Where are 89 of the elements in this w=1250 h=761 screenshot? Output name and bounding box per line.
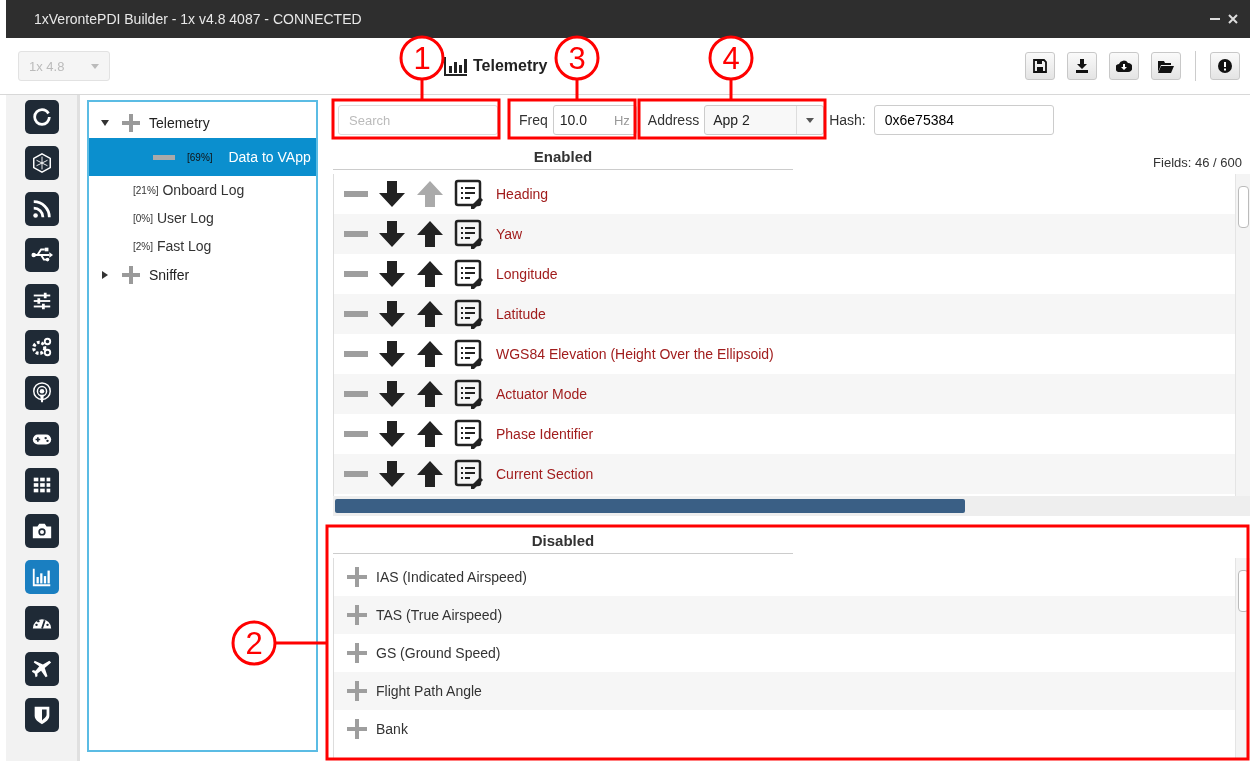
edit-list-icon[interactable]: [454, 299, 484, 329]
collapsed-arrow-icon[interactable]: [101, 271, 109, 279]
plus-icon[interactable]: [346, 642, 368, 664]
down-arrow-icon[interactable]: [378, 220, 406, 248]
scrollbar[interactable]: [1235, 174, 1250, 496]
tree-item[interactable]: Sniffer: [149, 267, 190, 283]
usb-icon[interactable]: [24, 238, 59, 272]
down-arrow-icon[interactable]: [378, 180, 406, 208]
rss-icon[interactable]: [24, 192, 59, 226]
tree-item[interactable]: Telemetry: [149, 115, 210, 131]
airplane-icon[interactable]: [24, 652, 59, 686]
shield-icon[interactable]: [24, 698, 59, 732]
plus-icon[interactable]: [346, 718, 368, 740]
tree-item[interactable]: [21%] Onboard Log: [89, 176, 316, 204]
field-name: Yaw: [496, 226, 523, 242]
down-arrow-icon[interactable]: [378, 340, 406, 368]
down-arrow-icon[interactable]: [378, 420, 406, 448]
freq-label: Freq: [519, 112, 548, 128]
scrollbar[interactable]: [333, 496, 1250, 516]
down-arrow-icon[interactable]: [378, 380, 406, 408]
plus-icon: [121, 265, 141, 285]
address-label: Address: [647, 112, 700, 128]
close-icon[interactable]: [1228, 14, 1238, 24]
hash-label: Hash:: [829, 112, 866, 128]
page-title: Telemetry: [473, 57, 548, 75]
info-button[interactable]: [1210, 52, 1240, 80]
down-arrow-icon[interactable]: [378, 460, 406, 488]
freq-field[interactable]: 10.0 Hz: [552, 105, 637, 135]
field-name: Latitude: [496, 306, 546, 322]
plus-icon: [121, 113, 141, 133]
up-arrow-icon[interactable]: [416, 460, 444, 488]
plus-icon[interactable]: [346, 566, 368, 588]
tree-item[interactable]: [69%] Data to VApp: [89, 138, 316, 176]
field-name: GS (Ground Speed): [376, 645, 501, 661]
field-name: Flight Path Angle: [376, 683, 482, 699]
sliders-icon[interactable]: [24, 284, 59, 318]
up-arrow-icon[interactable]: [416, 380, 444, 408]
tree-item[interactable]: [2%] Fast Log: [89, 232, 316, 260]
field-name: Bank: [376, 721, 408, 737]
download-button[interactable]: [1067, 52, 1097, 80]
broadcast-icon[interactable]: [24, 376, 59, 410]
expanded-arrow-icon[interactable]: [101, 119, 109, 127]
field-name: Heading: [496, 186, 549, 202]
up-arrow-icon[interactable]: [416, 300, 444, 328]
bar-chart-icon: [444, 56, 468, 76]
address-dropdown[interactable]: App 2: [704, 105, 825, 135]
edit-list-icon[interactable]: [454, 179, 484, 209]
up-arrow-icon[interactable]: [416, 420, 444, 448]
down-arrow-icon[interactable]: [378, 300, 406, 328]
cloud-download-icon: [1116, 60, 1132, 72]
minus-icon: [153, 154, 175, 160]
edit-list-icon[interactable]: [454, 459, 484, 489]
up-arrow-icon[interactable]: [416, 220, 444, 248]
field-name: Actuator Mode: [496, 386, 588, 402]
tree-item[interactable]: [0%] User Log: [89, 204, 316, 232]
bar-chart-icon[interactable]: [24, 560, 59, 594]
field-name: WGS84 Elevation (Height Over the Ellipsoid): [496, 346, 774, 362]
gauge-icon[interactable]: [24, 606, 59, 640]
window-title: 1xVerontePDI Builder - 1x v4.8 4087 - CONNECTED: [34, 11, 362, 27]
field-name: Phase Identifier: [496, 426, 594, 442]
field-name: Current Section: [496, 466, 594, 482]
folder-icon: [1158, 59, 1174, 73]
camera-icon[interactable]: [24, 514, 59, 548]
fields-count: Fields: 46 / 600: [1153, 155, 1243, 170]
edit-list-icon[interactable]: [454, 339, 484, 369]
field-name: IAS (Indicated Airspeed): [376, 569, 527, 585]
up-arrow-icon[interactable]: [416, 260, 444, 288]
ring-icon[interactable]: [24, 100, 59, 134]
section-title: Enabled: [333, 148, 793, 170]
down-arrow-icon[interactable]: [378, 260, 406, 288]
info-icon: [1218, 59, 1232, 73]
edit-list-icon[interactable]: [454, 379, 484, 409]
open-button[interactable]: [1151, 52, 1181, 80]
grid-icon[interactable]: [24, 468, 59, 502]
edit-list-icon[interactable]: [454, 219, 484, 249]
download-icon: [1075, 59, 1089, 73]
field-name: Longitude: [496, 266, 558, 282]
gamepad-icon[interactable]: [24, 422, 59, 456]
field-name: TAS (True Airspeed): [376, 607, 503, 623]
up-arrow-icon[interactable]: [416, 340, 444, 368]
caret-icon: [91, 63, 99, 69]
edit-list-icon[interactable]: [454, 419, 484, 449]
hash-field[interactable]: 0x6e75384: [873, 105, 1054, 135]
edit-list-icon[interactable]: [454, 259, 484, 289]
cloud-button[interactable]: [1109, 52, 1139, 80]
caret-icon: [806, 117, 815, 123]
save-button[interactable]: [1025, 52, 1055, 80]
search-field[interactable]: Search: [338, 105, 498, 135]
section-title: Disabled: [333, 532, 793, 554]
